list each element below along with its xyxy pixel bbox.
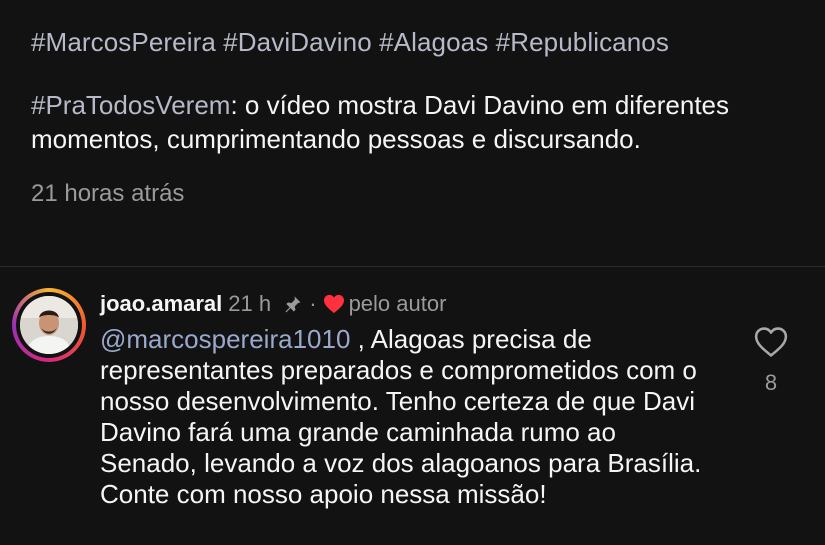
comment-meta: joao.amaral 21 h · pelo autor: [100, 290, 446, 321]
like-button[interactable]: [754, 326, 788, 358]
post-timestamp: 21 horas atrás: [31, 180, 185, 207]
heart-filled-icon: [323, 293, 345, 321]
alt-text-paragraph: #PraTodosVerem: o vídeo mostra Davi Davi…: [31, 88, 811, 156]
comment-item: joao.amaral 21 h · pelo autor @marcospere…: [0, 266, 825, 545]
hashtag-link[interactable]: #DaviDavino: [223, 27, 372, 57]
hashtag-row: #MarcosPereira #DaviDavino #Alagoas #Rep…: [31, 22, 811, 62]
liked-by-author-label: pelo autor: [348, 291, 447, 316]
comment-username[interactable]: joao.amaral: [100, 291, 222, 316]
like-count: 8: [764, 370, 778, 395]
mention-link[interactable]: @marcospereira1010: [100, 324, 350, 354]
comment-time: 21 h: [228, 291, 272, 316]
separator-dot: ·: [309, 291, 317, 316]
heart-outline-icon: [754, 327, 788, 357]
hashtag-link[interactable]: #MarcosPereira: [31, 27, 216, 57]
comment-body: @marcospereira1010 , Alagoas precisa de …: [100, 324, 720, 510]
post-caption: #MarcosPereira #DaviDavino #Alagoas #Rep…: [31, 22, 811, 208]
avatar-story-ring[interactable]: [12, 288, 86, 362]
hashtag-link[interactable]: #Alagoas: [379, 27, 488, 57]
avatar-photo: [20, 296, 78, 354]
avatar: [20, 296, 78, 354]
hashtag-link[interactable]: #Republicanos: [496, 27, 669, 57]
hashtag-link[interactable]: #PraTodosVerem: [31, 90, 230, 120]
pin-icon: [283, 293, 303, 321]
